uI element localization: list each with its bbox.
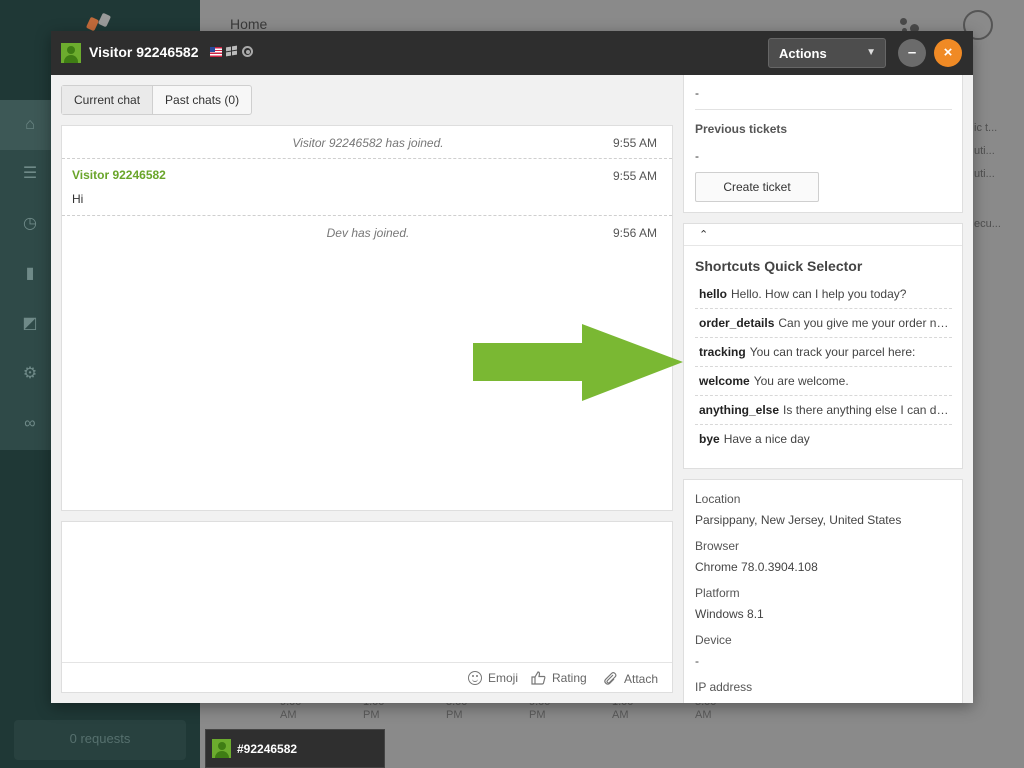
rating-button[interactable]: Rating: [531, 671, 587, 685]
pointer-arrow-icon: [473, 324, 683, 401]
shortcuts-panel: ⌃ Shortcuts Quick Selector hello Hello. H…: [683, 223, 963, 469]
windows-icon: [226, 45, 238, 57]
smile-icon: [468, 671, 482, 685]
visitor-avatar-icon: [61, 43, 81, 63]
shortcut-key: order_details: [699, 316, 775, 330]
system-message-text: Dev has joined.: [326, 226, 410, 240]
chrome-browser-icon: [242, 46, 253, 57]
chat-log: Visitor 92246582 has joined. 9:55 AM Vis…: [61, 125, 673, 511]
close-button[interactable]: ×: [934, 39, 962, 67]
shortcut-text: Can you give me your order nu...: [778, 316, 952, 330]
previous-tickets-label: Previous tickets: [695, 122, 788, 136]
system-message-text: Visitor 92246582 has joined.: [292, 136, 444, 150]
chat-window-title: Visitor 92246582: [89, 44, 199, 60]
shortcuts-list: hello Hello. How can I help you today? or…: [695, 280, 952, 454]
minimize-button[interactable]: –: [898, 39, 926, 67]
message-input[interactable]: [62, 522, 672, 662]
chevron-down-icon: ▼: [866, 47, 876, 58]
shortcut-item-order-details[interactable]: order_details Can you give me your order …: [695, 309, 952, 338]
platform-value: Windows 8.1: [695, 607, 764, 621]
shortcut-item-welcome[interactable]: welcome You are welcome.: [695, 367, 952, 396]
location-value: Parsippany, New Jersey, United States: [695, 513, 902, 527]
actions-label: Actions: [779, 46, 827, 61]
line-chart-icon[interactable]: ◩: [20, 314, 40, 334]
system-message: Dev has joined. 9:56 AM: [62, 216, 672, 249]
minimized-chat-tab[interactable]: #92246582: [205, 729, 385, 768]
shortcuts-title: Shortcuts Quick Selector: [695, 258, 863, 274]
visitor-avatar-icon: [212, 739, 231, 758]
divider: [684, 245, 962, 246]
bg-list-fragment: uti...: [974, 168, 995, 180]
home-icon[interactable]: ⌂: [20, 115, 40, 135]
shortcut-key: tracking: [699, 345, 746, 359]
tab-past-chats[interactable]: Past chats (0): [152, 86, 251, 114]
requests-counter[interactable]: 0 requests: [14, 720, 186, 760]
message-composer: Emoji Rating Attach: [61, 521, 673, 693]
bg-list-fragment: ic t...: [974, 122, 998, 134]
tab-current-chat[interactable]: Current chat: [62, 86, 153, 114]
shortcut-key: welcome: [699, 374, 750, 388]
visitor-info-panel: Location Parsippany, New Jersey, United …: [683, 479, 963, 703]
shortcut-item-hello[interactable]: hello Hello. How can I help you today?: [695, 280, 952, 309]
browser-value: Chrome 78.0.3904.108: [695, 560, 818, 574]
attach-button[interactable]: Attach: [603, 671, 658, 686]
device-label: Device: [695, 633, 732, 647]
actions-dropdown[interactable]: Actions ▼: [768, 38, 886, 68]
collapse-chevron-up-icon[interactable]: ⌃: [699, 228, 708, 241]
system-message: Visitor 92246582 has joined. 9:55 AM: [62, 126, 672, 159]
platform-label: Platform: [695, 586, 740, 600]
page-title: Home: [230, 16, 268, 32]
thumbs-up-icon: [531, 671, 546, 685]
emoji-label: Emoji: [488, 671, 519, 685]
ticket-value: -: [695, 86, 699, 100]
users-icon[interactable]: ☰: [20, 164, 40, 184]
previous-tickets-value: -: [695, 149, 699, 163]
shortcut-text: Is there anything else I can do ...: [783, 403, 952, 417]
shortcut-text: Have a nice day: [723, 432, 810, 446]
message-time: 9:55 AM: [612, 136, 657, 150]
minimized-chat-label: #92246582: [237, 741, 298, 756]
visitor-message: Visitor 92246582 9:55 AM Hi: [62, 159, 672, 216]
bar-chart-icon[interactable]: ▮: [20, 264, 40, 284]
message-time: 9:55 AM: [612, 169, 657, 183]
shortcut-text: You can track your parcel here:: [749, 345, 916, 359]
shortcut-item-tracking[interactable]: tracking You can track your parcel here:: [695, 338, 952, 367]
us-flag-icon: [210, 46, 222, 57]
message-author: Visitor 92246582: [72, 168, 166, 182]
message-body: Hi: [72, 192, 84, 206]
shortcut-text: You are welcome.: [753, 374, 849, 388]
bg-list-fragment: uti...: [974, 145, 995, 157]
divider: [695, 109, 952, 110]
location-label: Location: [695, 492, 741, 506]
emoji-button[interactable]: Emoji: [468, 671, 518, 685]
shortcut-key: anything_else: [699, 403, 780, 417]
message-time: 9:56 AM: [612, 226, 657, 240]
ip-address-label: IP address: [695, 680, 753, 694]
link-icon[interactable]: ∞: [20, 414, 40, 434]
shortcut-key: hello: [699, 287, 728, 301]
browser-label: Browser: [695, 539, 740, 553]
shortcut-key: bye: [699, 432, 720, 446]
chat-tabs: Current chat Past chats (0): [61, 85, 253, 115]
create-ticket-button[interactable]: Create ticket: [695, 172, 819, 202]
device-value: -: [695, 654, 699, 668]
composer-toolbar: Emoji Rating Attach: [62, 662, 672, 692]
visitor-meta-icons: [210, 45, 253, 57]
paperclip-icon: [604, 672, 617, 685]
gear-icon[interactable]: ⚙: [20, 364, 40, 384]
bg-list-fragment: ecu...: [974, 218, 1001, 230]
attach-label: Attach: [624, 671, 659, 686]
shortcut-item-bye[interactable]: bye Have a nice day: [695, 425, 952, 454]
clock-icon[interactable]: ◷: [20, 214, 40, 234]
tickets-panel: - Previous tickets - Create ticket: [683, 75, 963, 213]
rating-label: Rating: [552, 671, 587, 685]
shortcut-text: Hello. How can I help you today?: [731, 287, 907, 301]
chat-window-header: Visitor 92246582 Actions ▼ – ×: [51, 31, 973, 75]
shortcut-item-anything-else[interactable]: anything_else Is there anything else I ca…: [695, 396, 952, 425]
